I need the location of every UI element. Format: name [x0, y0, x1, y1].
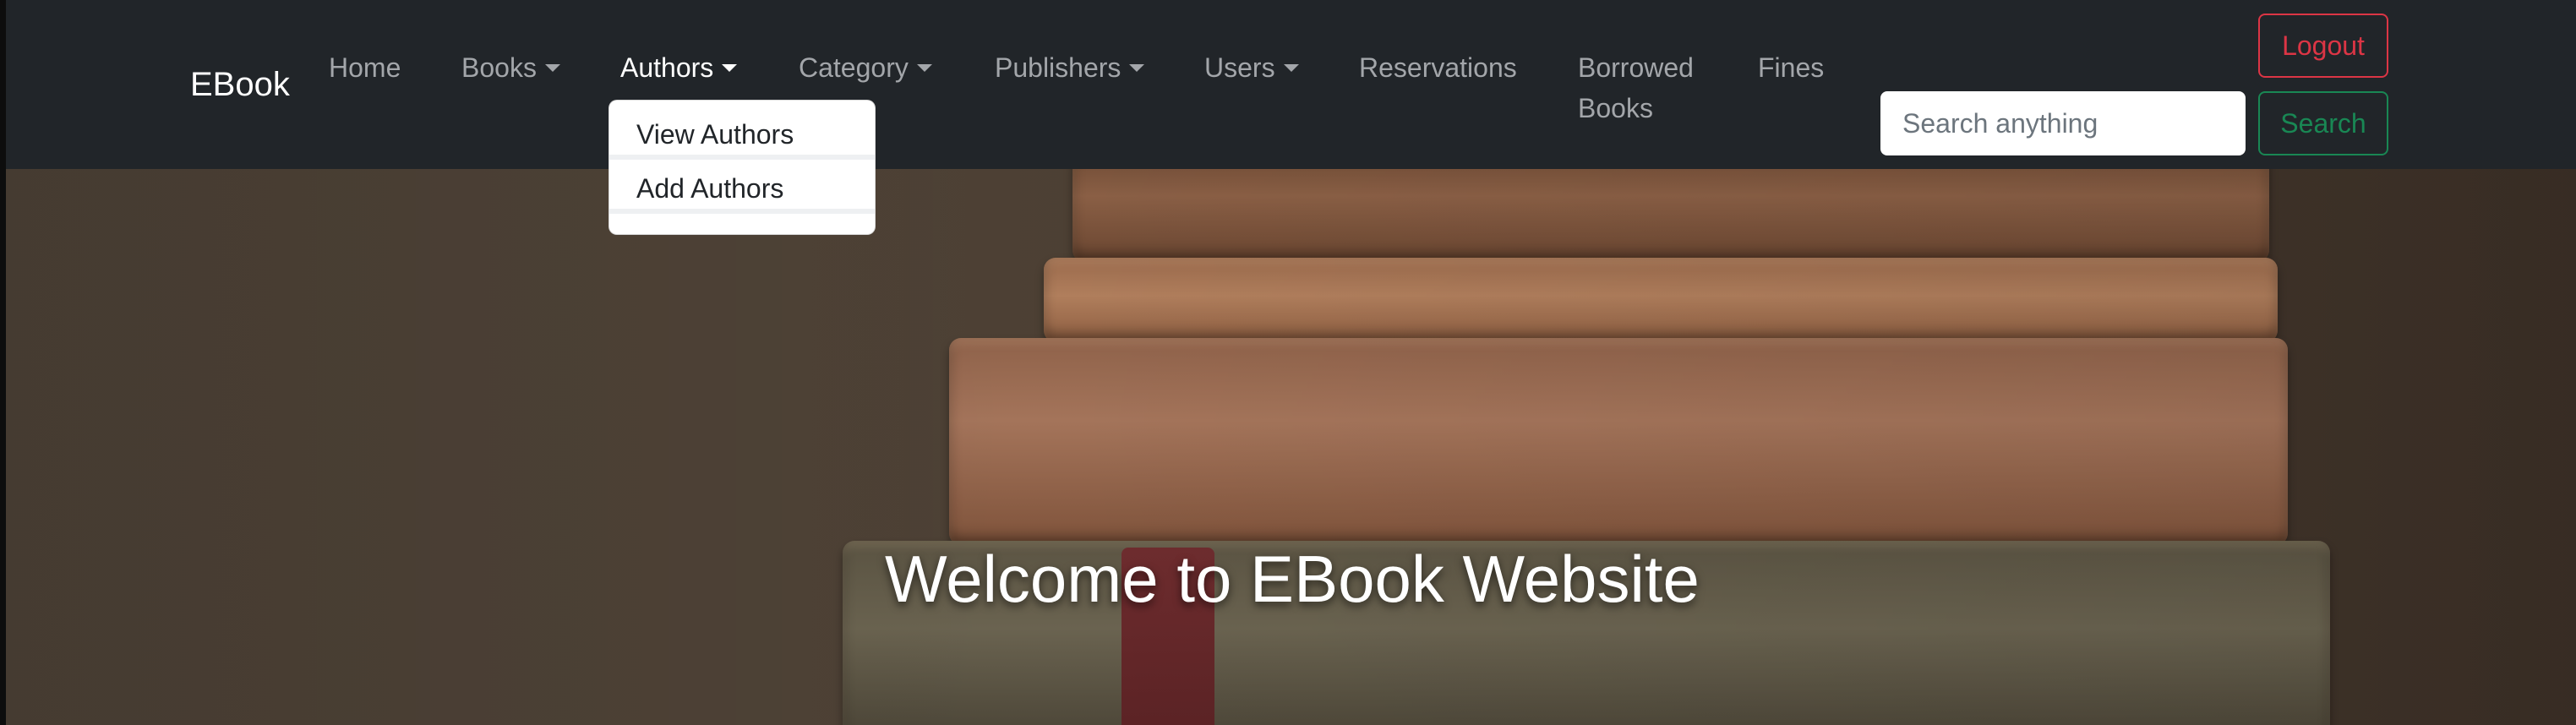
caret-down-icon: [544, 64, 560, 73]
hero-book-image: [1044, 258, 2278, 342]
nav-users-label: Users: [1204, 52, 1275, 83]
caret-down-icon: [916, 64, 932, 73]
hero-book-image: [949, 338, 2288, 545]
nav-fines[interactable]: Fines: [1758, 47, 1824, 88]
nav-publishers-dropdown-toggle[interactable]: Publishers: [995, 47, 1145, 88]
dropdown-item-view-authors[interactable]: View Authors: [609, 114, 875, 160]
brand-logo[interactable]: EBook: [190, 64, 290, 105]
nav-borrowed-books-label: Borrowed Books: [1578, 52, 1694, 123]
nav-fines-label: Fines: [1758, 52, 1825, 83]
nav-books-label: Books: [461, 52, 537, 83]
caret-down-icon: [1129, 64, 1145, 73]
nav-reservations-label: Reservations: [1359, 52, 1517, 83]
nav-users-dropdown-toggle[interactable]: Users: [1204, 47, 1299, 88]
nav-authors-label: Authors: [620, 52, 714, 83]
caret-down-icon: [722, 64, 738, 73]
nav-home-label: Home: [329, 52, 401, 83]
nav-home[interactable]: Home: [329, 47, 401, 88]
window-edge: [0, 0, 6, 725]
caret-down-icon: [1283, 64, 1299, 73]
nav-reservations[interactable]: Reservations: [1359, 47, 1517, 88]
nav-category-label: Category: [799, 52, 909, 83]
logout-button[interactable]: Logout: [2258, 14, 2388, 78]
nav-borrowed-books[interactable]: Borrowed Books: [1578, 47, 1713, 128]
nav-publishers-label: Publishers: [995, 52, 1122, 83]
authors-dropdown-menu: View Authors Add Authors: [609, 100, 876, 235]
nav-category-dropdown-toggle[interactable]: Category: [799, 47, 932, 88]
hero-title: Welcome to EBook Website: [885, 542, 1700, 616]
hero-banner: Welcome to EBook Website: [6, 169, 2576, 725]
hero-book-image: [1072, 169, 2269, 262]
nav-authors-dropdown-toggle[interactable]: Authors: [620, 47, 738, 88]
dropdown-item-add-authors[interactable]: Add Authors: [609, 168, 875, 214]
search-input[interactable]: [1880, 91, 2246, 155]
top-navbar: EBook Home Books Authors Category Publis…: [6, 0, 2576, 169]
search-button[interactable]: Search: [2258, 91, 2388, 155]
nav-books-dropdown-toggle[interactable]: Books: [461, 47, 560, 88]
